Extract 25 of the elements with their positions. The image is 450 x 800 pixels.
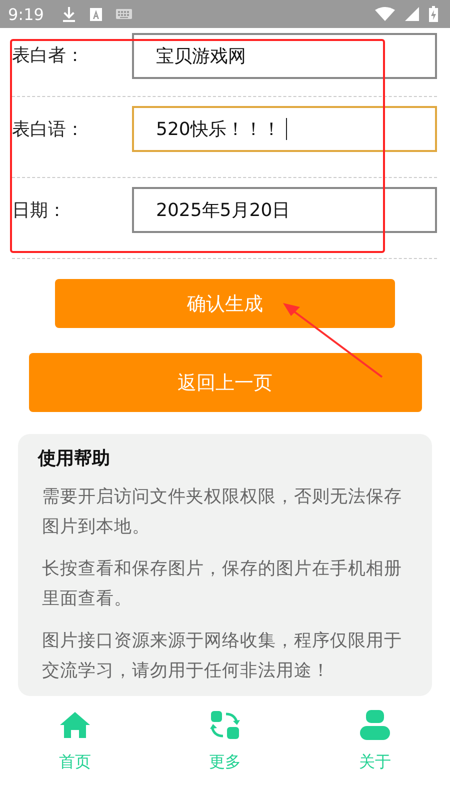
field-label: 表白者： [12, 44, 85, 67]
signal-icon [405, 7, 419, 21]
keyboard-icon [116, 9, 132, 19]
nav-tab[interactable]: 更多 [170, 710, 280, 773]
swap-icon [210, 710, 240, 740]
action-button[interactable]: 返回上一页 [28, 353, 422, 412]
input-field[interactable]: 宝贝游戏网 [132, 33, 437, 79]
font-icon [90, 8, 102, 20]
user-icon [360, 710, 390, 740]
wifi-icon [375, 7, 395, 21]
help-paragraph: 需要开启访问文件夹权限权限，否则无法保存图片到本地。 [42, 486, 403, 539]
clock-text: 9:19 [8, 4, 44, 24]
download-icon [62, 6, 76, 22]
home-icon [60, 710, 90, 740]
input-field[interactable]: 520快乐！！！ [132, 106, 437, 152]
help-paragraph: 长按查看和保存图片，保存的图片在手机相册里面查看。 [42, 558, 403, 611]
help-title: 使用帮助 [38, 447, 111, 470]
battery-icon [429, 6, 438, 22]
input-field[interactable]: 2025年5月20日 [132, 186, 437, 232]
nav-tab[interactable]: 首页 [20, 710, 130, 773]
nav-tab[interactable]: 关于 [320, 710, 430, 773]
action-button[interactable]: 确认生成 [55, 279, 395, 328]
field-label: 表白语： [12, 118, 85, 140]
field-label: 日期： [12, 198, 67, 222]
help-paragraph: 图片接口资源来源于网络收集，程序仅限用于交流学习，请勿用于任何非法用途！ [42, 630, 403, 683]
